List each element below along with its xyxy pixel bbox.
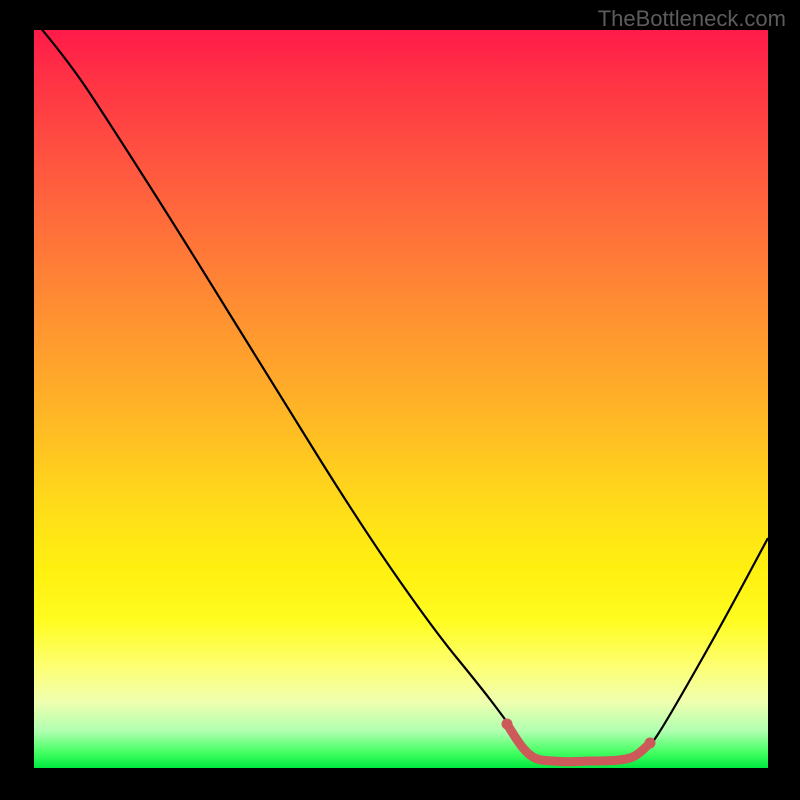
bottleneck-curve <box>34 30 768 764</box>
watermark-text: TheBottleneck.com <box>598 6 786 32</box>
chart-svg <box>34 30 768 768</box>
chart-plot-area <box>34 30 768 768</box>
optimal-marker <box>502 719 656 762</box>
